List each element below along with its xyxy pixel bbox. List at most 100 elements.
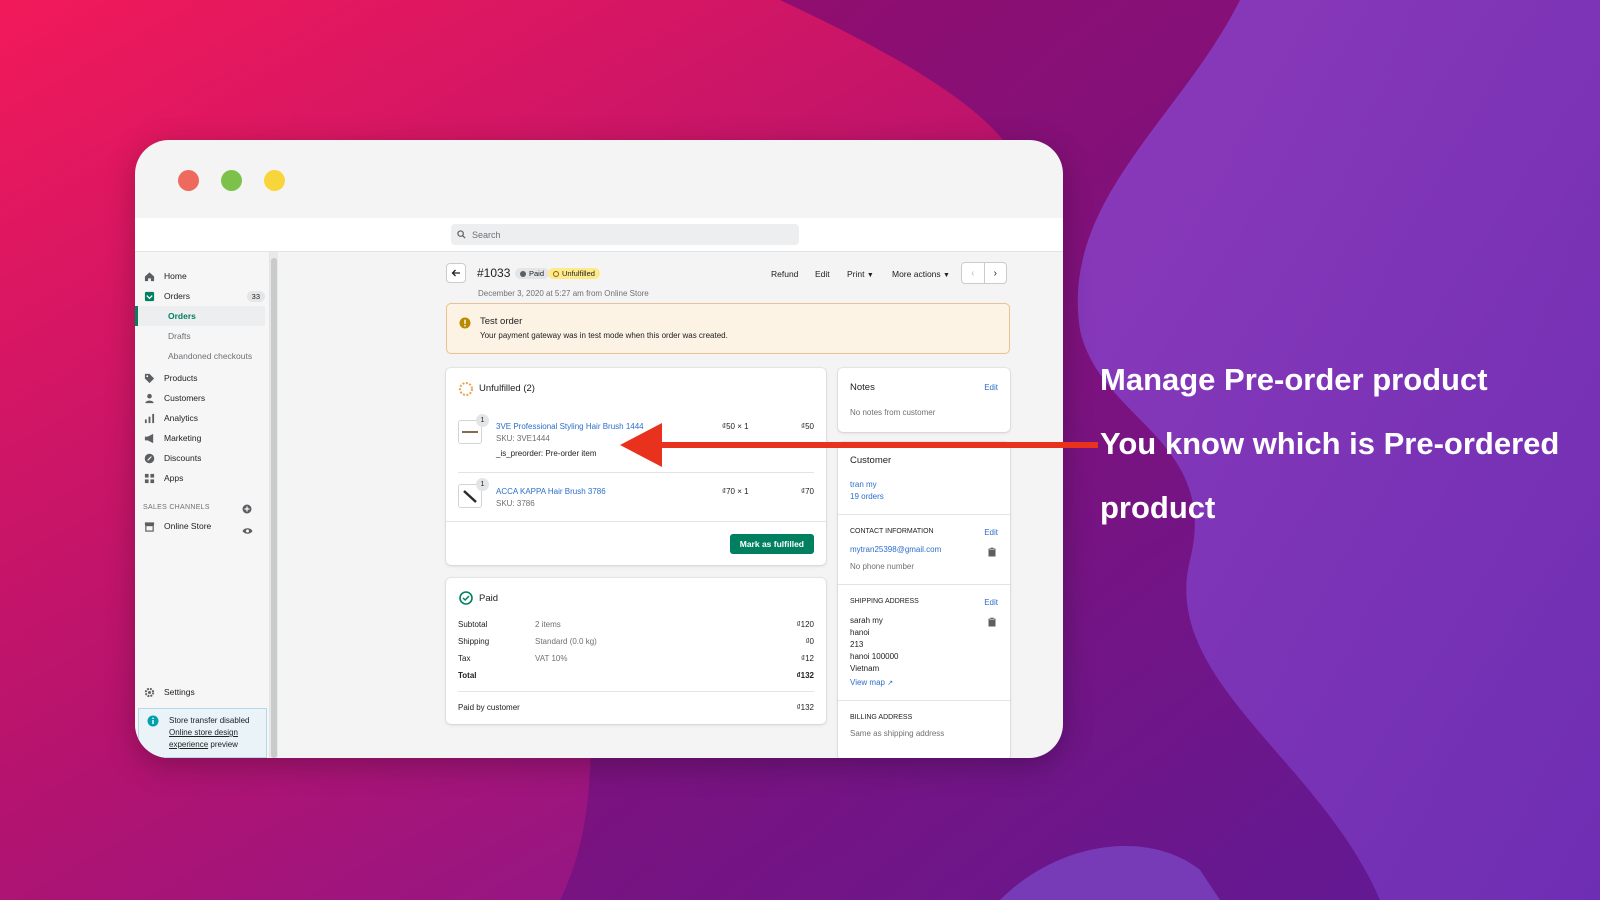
print-label: Print — [847, 269, 865, 279]
view-map-label: View map — [850, 678, 885, 687]
paid-by-amount: ₫132 — [796, 703, 814, 712]
callout-line-3: product — [1100, 490, 1216, 525]
scrollbar-thumb[interactable] — [271, 258, 277, 758]
unit-price: ₫70 × 1 — [722, 487, 749, 496]
orders-icon — [143, 290, 155, 302]
notice-title: Store transfer disabled — [169, 716, 250, 725]
search-input[interactable]: Search — [451, 224, 799, 245]
sidebar-item-orders[interactable]: Orders 33 — [143, 288, 265, 304]
customer-orders-link[interactable]: 19 orders — [850, 492, 884, 501]
sidebar-item-settings[interactable]: Settings — [143, 684, 195, 700]
divider — [838, 584, 1010, 585]
sidebar-item-discounts[interactable]: Discounts — [143, 450, 201, 466]
next-order-button[interactable]: › — [985, 263, 1007, 283]
product-sku: SKU: 3786 — [496, 499, 535, 508]
orders-count-badge: 33 — [246, 290, 265, 302]
pagination: ‹ › — [961, 262, 1007, 284]
divider — [446, 521, 826, 522]
refund-button[interactable]: Refund — [771, 269, 798, 279]
sidebar-item-home[interactable]: Home — [143, 268, 187, 284]
store-icon — [143, 520, 155, 532]
print-button[interactable]: Print ▼ — [847, 269, 874, 279]
sidebar-subitem-drafts[interactable]: Drafts — [168, 328, 191, 344]
notice-link[interactable]: Online store design — [169, 727, 260, 739]
back-button[interactable] — [446, 263, 466, 283]
active-indicator — [135, 306, 265, 326]
main-content: #1033 Paid Unfulfilled December 3, 2020 … — [278, 252, 1063, 758]
notes-edit-link[interactable]: Edit — [984, 383, 998, 392]
unfulfilled-badge: Unfulfilled — [548, 268, 600, 279]
edit-button[interactable]: Edit — [815, 269, 830, 279]
summary-label: Tax — [458, 654, 471, 663]
eye-icon[interactable] — [242, 522, 253, 540]
paid-badge: Paid — [515, 268, 550, 279]
home-icon — [143, 270, 155, 282]
chevron-right-icon: › — [993, 267, 997, 279]
sidebar: Home Orders 33 Orders Drafts Abandoned c… — [135, 252, 270, 758]
shipping-edit-link[interactable]: Edit — [984, 598, 998, 607]
notice-link-2[interactable]: experience — [169, 740, 208, 749]
discount-icon — [143, 452, 155, 464]
customer-name-link[interactable]: tran my — [850, 480, 877, 489]
sidebar-item-label: Marketing — [164, 433, 202, 443]
close-dot[interactable] — [178, 170, 199, 191]
quantity-badge: 1 — [476, 414, 489, 427]
sidebar-subitem-abandoned-checkouts[interactable]: Abandoned checkouts — [168, 348, 252, 364]
summary-amount: ₫0 — [805, 637, 814, 646]
customer-email-link[interactable]: mytran25398@gmail.com — [850, 545, 941, 554]
divider — [458, 472, 814, 473]
customer-phone: No phone number — [850, 562, 915, 571]
previous-order-button[interactable]: ‹ — [962, 263, 985, 283]
warning-icon — [459, 316, 471, 334]
store-transfer-notice: Store transfer disabled Online store des… — [138, 708, 267, 758]
summary-detail: Standard (0.0 kg) — [535, 637, 597, 646]
mark-as-fulfilled-button[interactable]: Mark as fulfilled — [729, 534, 814, 554]
sidebar-item-label: Online Store — [164, 521, 212, 531]
address-line: 213 — [850, 640, 864, 649]
callout-line-1: Manage Pre-order product — [1100, 362, 1488, 397]
contact-info-title: CONTACT INFORMATION — [850, 528, 934, 535]
sidebar-subitem-orders[interactable]: Orders — [168, 308, 196, 324]
sidebar-item-marketing[interactable]: Marketing — [143, 430, 201, 446]
summary-label: Shipping — [458, 637, 490, 646]
test-order-banner: Test order Your payment gateway was in t… — [446, 303, 1010, 354]
paid-title: Paid — [479, 593, 499, 604]
gear-icon — [143, 686, 155, 698]
minimize-dot[interactable] — [264, 170, 285, 191]
total-label: Total — [458, 671, 477, 680]
shipping-address-title: SHIPPING ADDRESS — [850, 598, 919, 605]
notes-text: No notes from customer — [850, 408, 936, 417]
sidebar-item-apps[interactable]: Apps — [143, 470, 183, 486]
megaphone-icon — [143, 432, 155, 444]
search-placeholder: Search — [472, 229, 501, 240]
summary-detail: VAT 10% — [535, 654, 568, 663]
sidebar-item-products[interactable]: Products — [143, 370, 198, 386]
order-number: #1033 — [477, 266, 511, 280]
order-date: December 3, 2020 at 5:27 am from Online … — [478, 289, 649, 298]
sidebar-item-label: Products — [164, 373, 198, 383]
clipboard-icon[interactable] — [988, 614, 996, 632]
notice-suffix: preview — [210, 740, 238, 749]
person-icon — [143, 392, 155, 404]
sidebar-item-analytics[interactable]: Analytics — [143, 410, 198, 426]
sidebar-scrollbar[interactable] — [270, 252, 278, 758]
quantity-badge: 1 — [476, 478, 489, 491]
divider — [458, 691, 814, 692]
maximize-dot[interactable] — [221, 170, 242, 191]
paid-by-label: Paid by customer — [458, 703, 520, 712]
external-link-icon: ↗ — [887, 680, 894, 687]
more-actions-label: More actions — [892, 269, 941, 279]
view-map-link[interactable]: View map ↗ — [850, 678, 893, 687]
more-actions-button[interactable]: More actions ▼ — [892, 269, 950, 279]
contact-edit-link[interactable]: Edit — [984, 528, 998, 537]
unfulfilled-status-icon — [459, 382, 473, 401]
total-amount: ₫132 — [796, 671, 814, 680]
address-line: sarah my — [850, 616, 883, 625]
sidebar-item-customers[interactable]: Customers — [143, 390, 205, 406]
add-channel-icon[interactable] — [242, 501, 252, 519]
apps-icon — [143, 472, 155, 484]
summary-label: Subtotal — [458, 620, 488, 629]
sidebar-item-label: Analytics — [164, 413, 199, 423]
product-link[interactable]: ACCA KAPPA Hair Brush 3786 — [496, 487, 606, 496]
clipboard-icon[interactable] — [988, 544, 996, 562]
